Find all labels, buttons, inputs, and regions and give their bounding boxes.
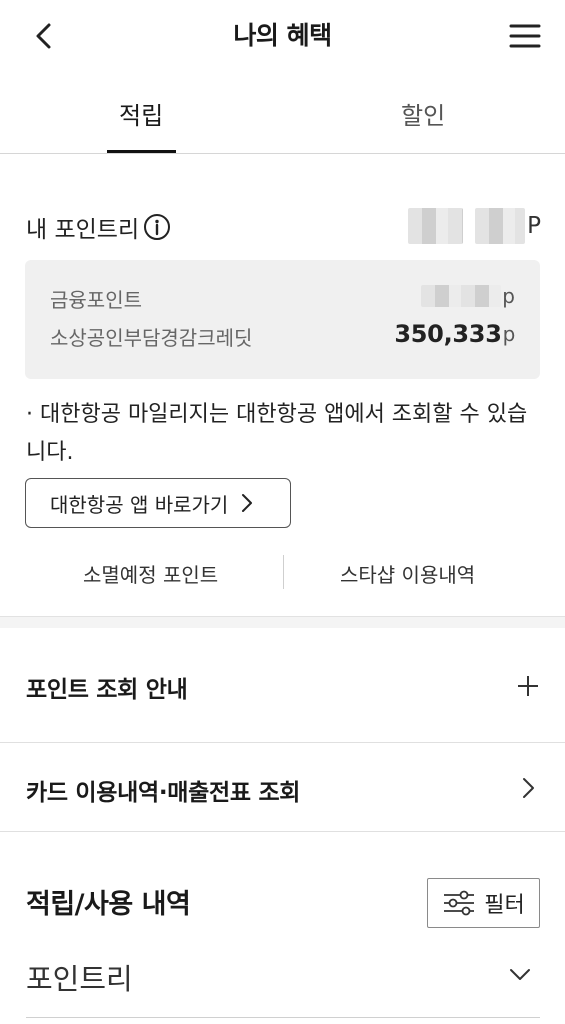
expiring-points-link[interactable]: 소멸예정 포인트 — [83, 559, 218, 588]
points-label-group: 내 포인트리 — [26, 210, 171, 244]
credit-label: 소상공인부담경감크레딧 — [50, 326, 253, 350]
chevron-down-icon — [508, 966, 532, 982]
sliders-icon — [444, 890, 475, 916]
info-icon-button[interactable] — [143, 213, 171, 241]
card-usage-row[interactable]: 카드 이용내역·매출전표 조회 — [0, 743, 565, 832]
points-unit: P — [527, 213, 541, 239]
plus-icon — [513, 671, 543, 701]
points-breakdown-box: 금융포인트 p 소상공인부담경감크레딧 350,333 p — [25, 260, 540, 379]
links-divider — [283, 555, 284, 589]
korean-air-app-button[interactable]: 대한항공 앱 바로가기 — [25, 478, 291, 528]
active-tab-indicator — [107, 150, 176, 153]
masked-points-value-2 — [475, 208, 526, 244]
finance-points-value: p — [421, 284, 515, 308]
points-links: 소멸예정 포인트 스타샵 이용내역 — [0, 555, 565, 589]
points-inquiry-guide-row[interactable]: 포인트 조회 안내 — [0, 628, 565, 743]
chevron-right-icon — [240, 492, 254, 514]
info-circle-icon — [144, 214, 171, 240]
points-inquiry-guide-label: 포인트 조회 안내 — [26, 677, 188, 703]
credit-row: 소상공인부담경감크레딧 350,333 p — [50, 320, 515, 354]
points-label: 내 포인트리 — [26, 217, 140, 243]
history-title: 적립/사용 내역 — [26, 889, 191, 920]
masked-points-value — [408, 208, 464, 244]
starshop-history-link[interactable]: 스타샵 이용내역 — [340, 559, 475, 588]
tab-accumulate[interactable]: 적립 — [119, 96, 163, 131]
point-type-selected-value: 포인트리 — [26, 962, 133, 996]
app-header: 나의 혜택 — [0, 0, 565, 74]
filter-button[interactable]: 필터 — [427, 878, 540, 928]
section-divider — [0, 616, 565, 628]
benefit-tabs: 적립 할인 — [0, 74, 565, 154]
finance-points-unit: p — [502, 284, 515, 308]
menu-button[interactable] — [503, 14, 547, 58]
credit-value-group: 350,333 p — [394, 320, 515, 348]
credit-unit: p — [502, 322, 516, 346]
points-total: P — [408, 208, 541, 244]
tab-discount[interactable]: 할인 — [401, 96, 445, 131]
credit-value: 350,333 — [394, 320, 502, 348]
korean-air-app-button-label: 대한항공 앱 바로가기 — [50, 492, 229, 517]
my-points-row: 내 포인트리 P — [26, 202, 541, 246]
masked-finance-value — [421, 285, 502, 307]
page-title: 나의 혜택 — [233, 21, 332, 50]
card-usage-label: 카드 이용내역·매출전표 조회 — [26, 780, 301, 806]
filter-button-label: 필터 — [484, 893, 525, 918]
chevron-right-icon — [513, 773, 543, 803]
mileage-notice: · 대한항공 마일리지는 대한항공 앱에서 조회할 수 있습니다. — [26, 402, 528, 465]
finance-points-label: 금융포인트 — [50, 288, 142, 312]
hamburger-menu-icon — [509, 24, 541, 48]
finance-points-row: 금융포인트 p — [50, 284, 515, 318]
point-type-select[interactable]: 포인트리 — [26, 948, 540, 1018]
